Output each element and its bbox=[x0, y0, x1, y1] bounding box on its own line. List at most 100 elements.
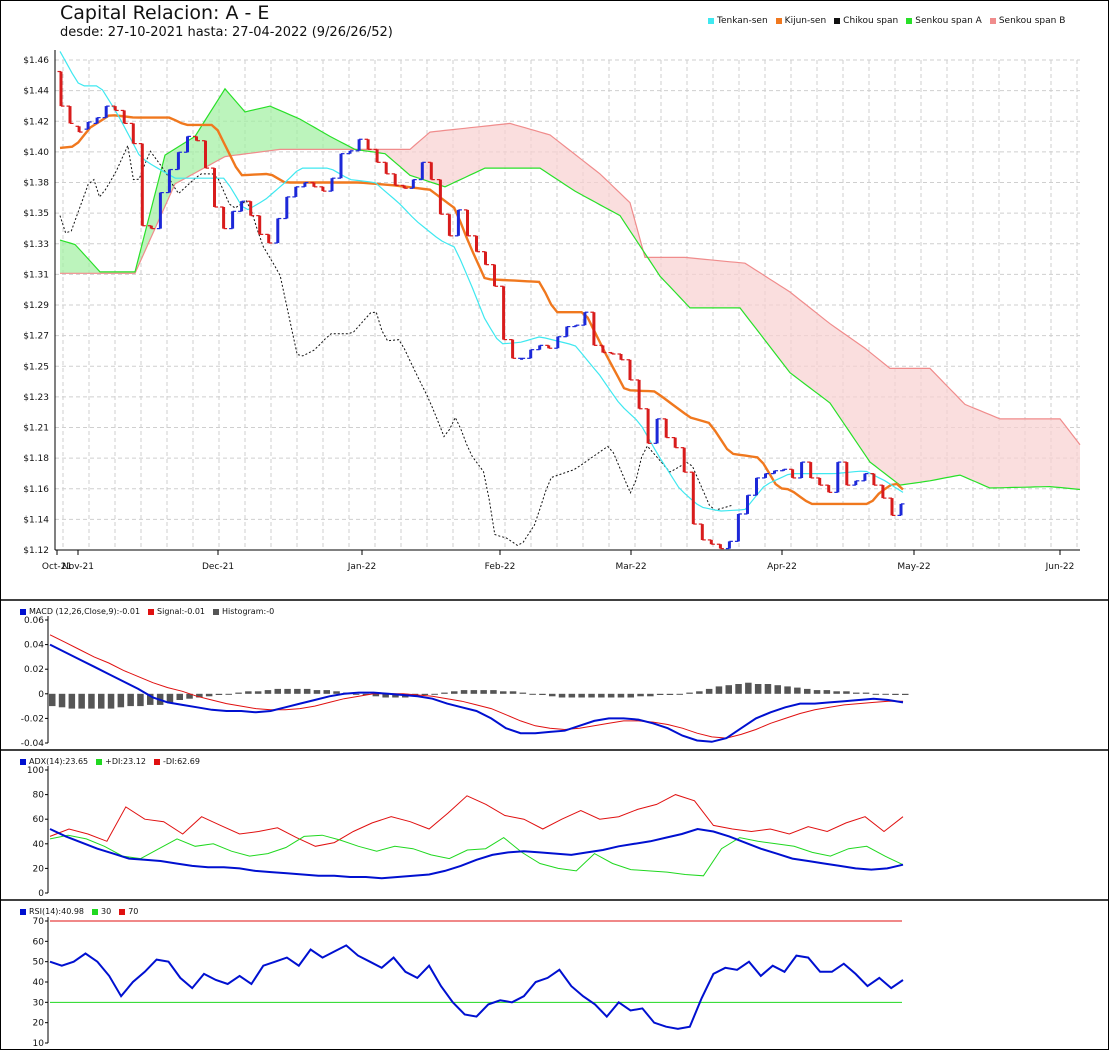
x-tick-label: Dec-21 bbox=[202, 562, 234, 572]
macd-histogram-bar bbox=[68, 693, 76, 709]
y-tick-label: $1.31 bbox=[23, 270, 49, 280]
ohlc-bar-body bbox=[375, 149, 379, 163]
ohlc-bar-body bbox=[845, 462, 849, 486]
macd-histogram-bar bbox=[127, 693, 134, 707]
macd-histogram-bar bbox=[107, 693, 115, 709]
legend-tenkan-label: Tenkan-sen bbox=[717, 16, 768, 26]
cloud-bullish-segment bbox=[220, 88, 225, 160]
cloud-bearish-segment bbox=[880, 360, 885, 474]
cloud-bullish-segment bbox=[285, 112, 290, 150]
ohlc-bar-body bbox=[655, 418, 659, 444]
cloud-bearish-segment bbox=[760, 272, 765, 341]
cloud-bearish-segment bbox=[815, 311, 820, 396]
macd-panel-y-tick-label: -0.02 bbox=[21, 714, 44, 724]
ohlc-bar-body bbox=[294, 186, 298, 197]
ohlc-bar bbox=[725, 540, 733, 550]
macd-histogram-bar bbox=[254, 691, 262, 694]
cloud-bullish-segment bbox=[60, 240, 65, 274]
cloud-bearish-segment bbox=[965, 404, 970, 480]
macd-histogram-bar bbox=[725, 685, 732, 694]
cloud-bearish-segment bbox=[930, 368, 935, 481]
ohlc-bar-body bbox=[167, 169, 171, 193]
ohlc-bar bbox=[319, 186, 327, 192]
macd-histogram-bar bbox=[333, 691, 340, 694]
y-tick-label: $1.25 bbox=[23, 362, 49, 372]
ohlc-bar bbox=[734, 513, 742, 542]
ohlc-bar-body bbox=[113, 106, 117, 111]
cloud-bullish-segment bbox=[255, 108, 260, 153]
cloud-bearish-segment bbox=[720, 260, 725, 308]
cloud-bearish-segment bbox=[495, 124, 500, 169]
cloud-bearish-segment bbox=[920, 368, 925, 483]
cloud-bullish-segment bbox=[275, 108, 280, 150]
ohlc-bar-body bbox=[312, 182, 316, 187]
macd-histogram-bar bbox=[843, 691, 850, 694]
macd-histogram-bar bbox=[500, 691, 507, 694]
cloud-bearish-segment bbox=[445, 129, 450, 187]
ohlc-bar bbox=[716, 543, 724, 550]
y-tick-label: $1.33 bbox=[23, 240, 49, 250]
cloud-bullish-segment bbox=[300, 119, 305, 150]
ohlc-bar-body bbox=[673, 437, 677, 448]
macd-histogram-bar bbox=[323, 690, 330, 694]
cloud-bearish-segment bbox=[710, 259, 715, 308]
ohlc-bar bbox=[75, 125, 83, 133]
rsi-panel-y-tick-label: 60 bbox=[33, 937, 45, 947]
ohlc-bar-body bbox=[872, 473, 876, 486]
macd-histogram-bar bbox=[519, 692, 527, 694]
macd-legend-macd-swatch bbox=[20, 608, 26, 615]
tenkan-sen-line bbox=[59, 51, 904, 512]
macd-histogram-bar bbox=[882, 693, 889, 695]
macd-panel: -0.04 -0.02 0 0.02 0.04 0.06 bbox=[21, 616, 909, 749]
ohlc-bar bbox=[337, 153, 345, 179]
ohlc-bar-body bbox=[122, 110, 126, 124]
macd-histogram-bar bbox=[872, 693, 880, 695]
cloud-bearish-segment bbox=[825, 319, 830, 403]
cloud-bearish-segment bbox=[1015, 418, 1020, 488]
ohlc-bar-body bbox=[664, 418, 668, 438]
ohlc-bar bbox=[780, 468, 788, 472]
ohlc-bar-body bbox=[420, 162, 424, 180]
cloud-bearish-segment bbox=[935, 373, 940, 480]
cloud-bearish-segment bbox=[1055, 418, 1060, 488]
cloud-bearish-segment bbox=[520, 126, 525, 169]
cloud-bearish-segment bbox=[1065, 425, 1070, 489]
ohlc-bar-body bbox=[59, 71, 63, 107]
macd-histogram-bar bbox=[607, 693, 615, 698]
ohlc-bar bbox=[220, 206, 228, 230]
ohlc-bar-body bbox=[321, 186, 325, 192]
ohlc-bar-body bbox=[213, 168, 216, 207]
cloud-bullish-segment bbox=[180, 142, 185, 182]
ohlc-bar-body bbox=[646, 408, 650, 444]
ohlc-bar-body bbox=[86, 122, 90, 130]
ohlc-bar bbox=[292, 186, 300, 198]
ohlc-bar bbox=[256, 215, 264, 235]
cloud-bearish-segment bbox=[885, 364, 890, 478]
legend-senkou-a: Senkou span A bbox=[906, 16, 982, 26]
macd-histogram-bar bbox=[225, 693, 232, 695]
macd-histogram-bar bbox=[451, 691, 458, 694]
ohlc-bar-body bbox=[267, 234, 271, 243]
legend-chikou-swatch bbox=[834, 18, 841, 24]
ohlc-bar-body bbox=[77, 126, 81, 133]
cloud-bearish-segment bbox=[845, 334, 850, 433]
adx-panel-y-tick-label: 100 bbox=[27, 766, 44, 776]
ohlc-bar bbox=[888, 497, 896, 517]
macd-histogram-bar bbox=[617, 693, 625, 698]
adx-legend: ADX(14):23.65 +DI:23.12 -DI:62.69 bbox=[20, 757, 208, 766]
cloud-bearish-segment bbox=[865, 348, 870, 463]
legend-chikou-label: Chikou span bbox=[843, 16, 899, 26]
ohlc-bar-body bbox=[827, 485, 831, 493]
ohlc-bar bbox=[482, 251, 490, 266]
ohlc-bar bbox=[500, 285, 508, 341]
cloud-bearish-segment bbox=[465, 127, 470, 178]
rsi-legend-rsi: RSI(14):40.98 bbox=[20, 907, 84, 916]
ohlc-bar-body bbox=[204, 140, 207, 169]
ohlc-bar bbox=[698, 523, 706, 541]
cloud-bearish-segment bbox=[830, 323, 835, 411]
adx-legend-pdi-label: +DI:23.12 bbox=[105, 757, 146, 766]
macd-legend-histogram-swatch bbox=[213, 608, 219, 615]
legend-tenkan-swatch bbox=[708, 18, 714, 24]
ohlc-bar bbox=[527, 349, 535, 359]
legend-senkou-b: Senkou span B bbox=[989, 16, 1065, 26]
